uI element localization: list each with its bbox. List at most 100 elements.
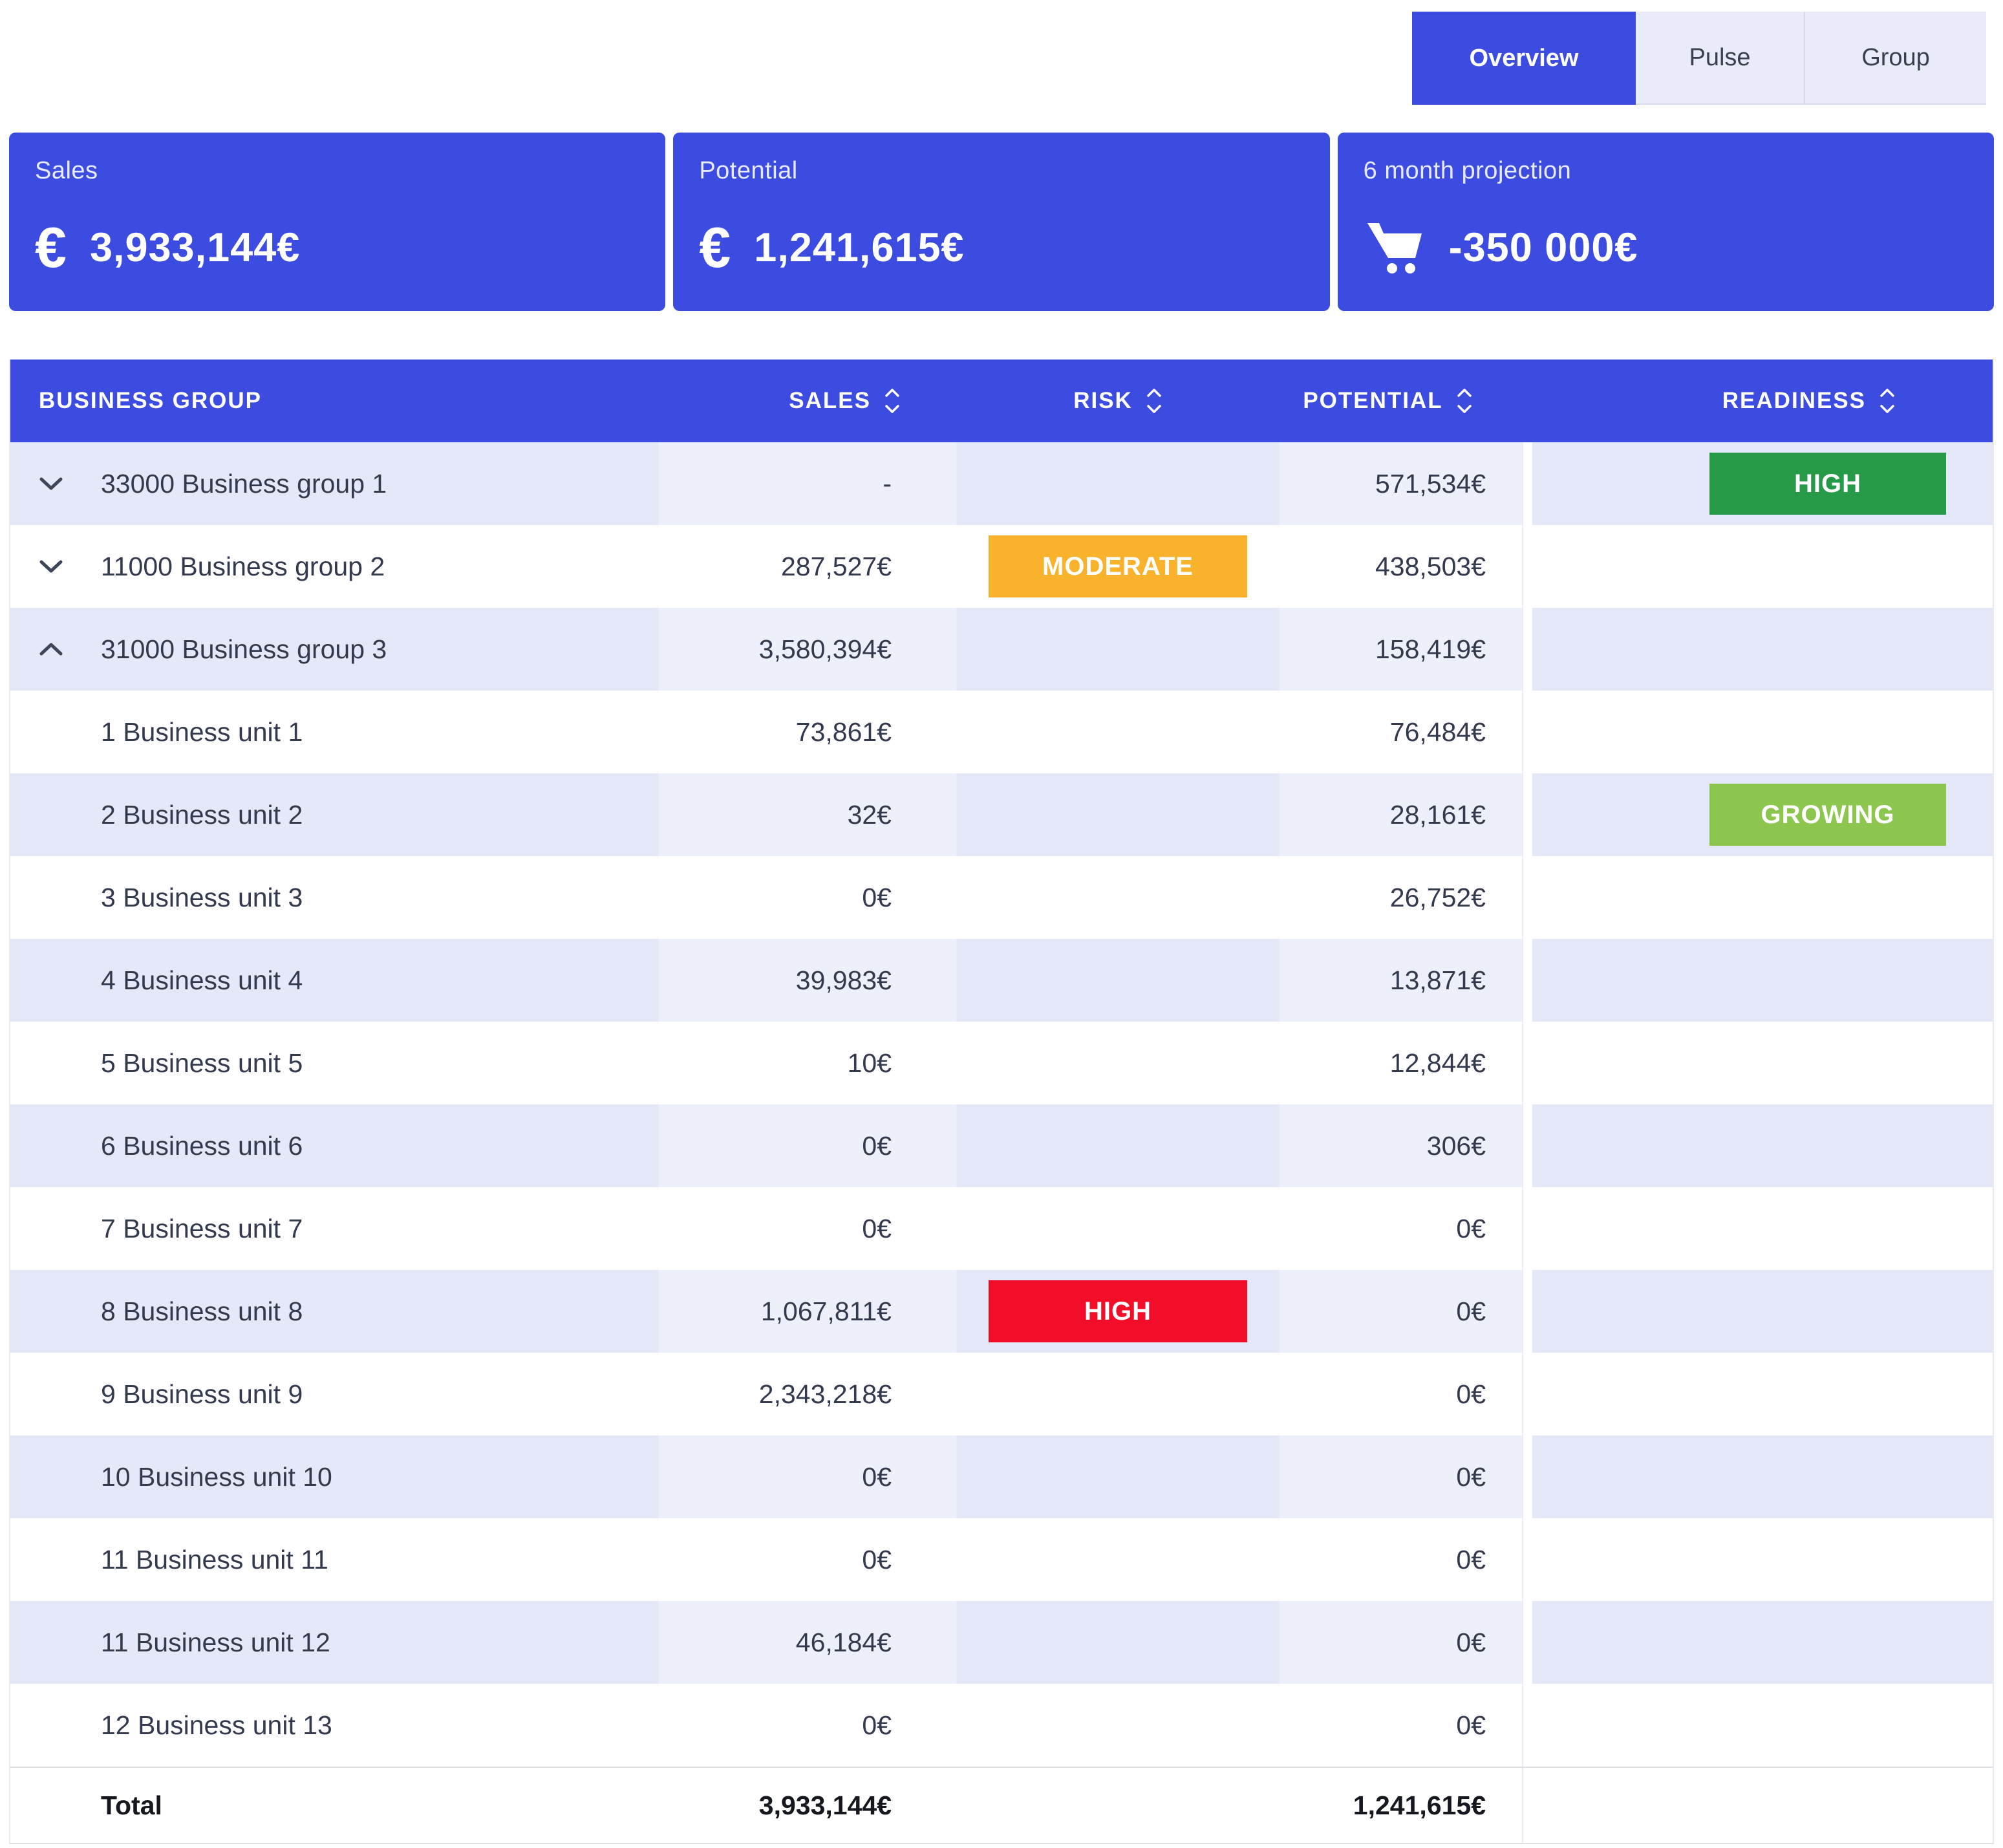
readiness-badge: HIGH: [1709, 453, 1946, 515]
potential-cell: 13,871€: [1280, 939, 1522, 1022]
potential-value: 158,419€: [1375, 634, 1486, 665]
potential-cell: 306€: [1280, 1104, 1522, 1187]
sales-cell: 3,580,394€: [659, 608, 956, 691]
sales-value: 0€: [862, 1462, 892, 1492]
sales-cell: 73,861€: [659, 691, 956, 773]
dashboard-page: Overview Pulse Group Sales € 3,933,144€ …: [0, 0, 2003, 1848]
table-row[interactable]: 11000 Business group 2287,527€MODERATE43…: [10, 525, 1993, 608]
risk-cell: [956, 1022, 1280, 1104]
tab-overview[interactable]: Overview: [1412, 12, 1636, 105]
risk-cell: [956, 1104, 1280, 1187]
table-row: 10 Business unit 10 0€ 0€: [10, 1435, 1993, 1518]
sort-icon[interactable]: [1879, 386, 1896, 416]
sort-icon[interactable]: [1456, 386, 1473, 416]
column-gap: [1522, 691, 1532, 773]
sales-value: 0€: [862, 1710, 892, 1741]
column-header-readiness[interactable]: READINESS: [1532, 360, 1993, 442]
row-label: 33000 Business group 1: [101, 469, 387, 499]
kpi-card-sales: Sales € 3,933,144€: [9, 133, 665, 311]
row-label: 8 Business unit 8: [101, 1296, 303, 1327]
table-row: 9 Business unit 92,343,218€0€: [10, 1353, 1993, 1435]
row-label: 2 Business unit 2: [101, 800, 303, 830]
column-gap: [1522, 442, 1532, 525]
potential-cell: 0€: [1280, 1270, 1522, 1353]
kpi-label: Sales: [35, 157, 98, 185]
sales-value: 0€: [862, 1131, 892, 1161]
sales-cell: 39,983€: [659, 939, 956, 1022]
column-gap: [1522, 1768, 1532, 1843]
total-potential-cell: 1,241,615€: [1280, 1768, 1522, 1843]
total-risk-cell: [956, 1768, 1280, 1843]
risk-cell: [956, 691, 1280, 773]
sort-icon[interactable]: [1146, 386, 1162, 416]
potential-cell: 28,161€: [1280, 773, 1522, 856]
tab-group[interactable]: Group: [1805, 12, 1986, 105]
row-label: 11 Business unit 11: [101, 1545, 328, 1575]
row-label: 1 Business unit 1: [101, 717, 303, 747]
risk-cell: MODERATE: [956, 525, 1280, 608]
potential-value: 438,503€: [1375, 552, 1486, 582]
potential-value: 0€: [1456, 1710, 1486, 1741]
chevron-up-icon[interactable]: [39, 641, 101, 657]
column-label: RISK: [1073, 388, 1133, 414]
potential-cell: 0€: [1280, 1684, 1522, 1767]
sales-value: 1,067,811€: [761, 1296, 892, 1327]
row-label: 10 Business unit 10: [101, 1462, 332, 1492]
business-group-cell: 31000 Business group 3: [10, 608, 659, 691]
sales-value: 3,580,394€: [759, 634, 892, 665]
column-header-business-group: BUSINESS GROUP: [10, 360, 659, 442]
potential-cell: 0€: [1280, 1187, 1522, 1270]
sales-value: 287,527€: [781, 552, 892, 582]
column-gap: [1522, 1104, 1532, 1187]
tab-pulse[interactable]: Pulse: [1636, 12, 1805, 105]
business-group-cell: 7 Business unit 7: [10, 1187, 659, 1270]
column-header-potential[interactable]: POTENTIAL: [1280, 360, 1522, 442]
sales-value: 2,343,218€: [759, 1379, 892, 1410]
sales-cell: -: [659, 442, 956, 525]
risk-cell: [956, 1353, 1280, 1435]
chevron-down-icon[interactable]: [39, 476, 101, 491]
readiness-cell: HIGH: [1532, 442, 1993, 525]
sales-cell: 10€: [659, 1022, 956, 1104]
potential-value: 0€: [1456, 1379, 1486, 1410]
risk-cell: [956, 1601, 1280, 1684]
readiness-cell: [1532, 1353, 1993, 1435]
chevron-down-icon[interactable]: [39, 559, 101, 574]
column-gap: [1522, 525, 1532, 608]
table-row[interactable]: 31000 Business group 3 3,580,394€ 158,419€: [10, 608, 1993, 691]
kpi-label: Potential: [699, 157, 797, 185]
total-label-cell: Total: [10, 1768, 659, 1843]
business-group-cell: 2 Business unit 2: [10, 773, 659, 856]
column-header-risk[interactable]: RISK: [956, 360, 1280, 442]
row-label: 3 Business unit 3: [101, 883, 303, 913]
sales-value: 32€: [848, 800, 892, 830]
potential-cell: 26,752€: [1280, 856, 1522, 939]
sales-cell: 287,527€: [659, 525, 956, 608]
potential-value: 12,844€: [1390, 1048, 1486, 1079]
potential-value: 0€: [1456, 1462, 1486, 1492]
readiness-badge: GROWING: [1709, 784, 1946, 846]
column-header-sales[interactable]: SALES: [659, 360, 956, 442]
column-gap: [1522, 1684, 1532, 1767]
column-label: SALES: [789, 388, 871, 414]
column-label: READINESS: [1722, 388, 1866, 414]
readiness-cell: [1532, 608, 1993, 691]
risk-cell: [956, 1435, 1280, 1518]
readiness-cell: [1532, 856, 1993, 939]
table-row[interactable]: 33000 Business group 1-571,534€HIGH: [10, 442, 1993, 525]
sales-cell: 46,184€: [659, 1601, 956, 1684]
sort-icon[interactable]: [884, 386, 901, 416]
sales-cell: 0€: [659, 1187, 956, 1270]
readiness-cell: [1532, 1270, 1993, 1353]
table-row: 11 Business unit 110€0€: [10, 1518, 1993, 1601]
sales-value: -: [883, 469, 892, 499]
column-gap: [1522, 1187, 1532, 1270]
table-row: 2 Business unit 2 32€ 28,161€ GROWING: [10, 773, 1993, 856]
potential-cell: 158,419€: [1280, 608, 1522, 691]
business-group-table: BUSINESS GROUP SALES RISK PO: [9, 360, 1994, 1844]
risk-cell: [956, 442, 1280, 525]
business-group-cell: 4 Business unit 4: [10, 939, 659, 1022]
potential-value: 0€: [1456, 1628, 1486, 1658]
sales-cell: 1,067,811€: [659, 1270, 956, 1353]
sales-value: 0€: [862, 1214, 892, 1244]
